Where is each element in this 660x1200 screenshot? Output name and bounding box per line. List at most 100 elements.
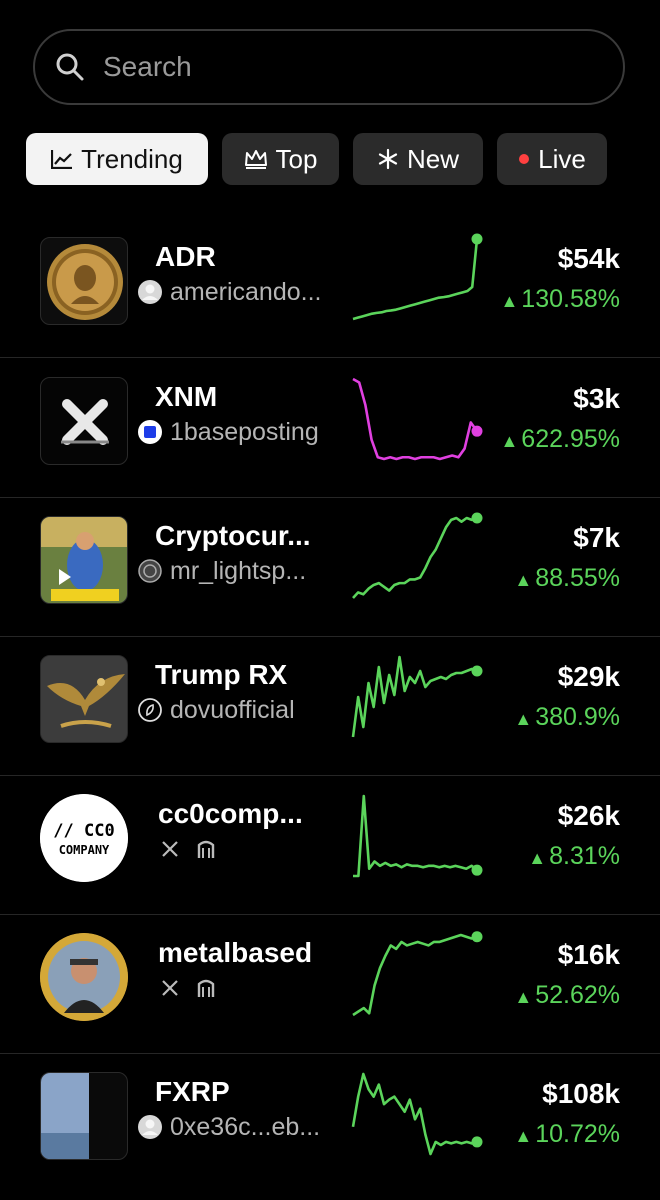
creator-name: mr_lightsp...: [170, 556, 307, 585]
token-thumbnail: [40, 237, 128, 325]
creator[interactable]: americando...: [138, 274, 321, 310]
creator-name: 0xe36c...eb...: [170, 1112, 321, 1141]
up-arrow-icon: ▲: [514, 709, 533, 729]
coin-icon: [138, 559, 162, 583]
market-cap: $108k: [542, 1078, 620, 1109]
asterisk-icon: [377, 148, 399, 170]
up-arrow-icon: ▲: [514, 987, 533, 1007]
sparkline-end-dot: [471, 931, 483, 943]
market-cap: $16k: [557, 939, 620, 970]
price-change: ▲ 380.9%: [514, 703, 620, 732]
creator-name: 1baseposting: [170, 417, 319, 446]
market-cap: $54k: [557, 243, 620, 274]
change-value: 10.72%: [535, 1120, 620, 1148]
price-change: ▲ 88.55%: [514, 564, 620, 593]
creator[interactable]: dovuofficial: [138, 692, 295, 728]
up-arrow-icon: ▲: [500, 291, 519, 311]
token-row-cryptocur[interactable]: Cryptocur... mr_lightsp... $7k ▲ 88.55%: [0, 498, 660, 637]
sparkline-end-dot: [471, 864, 483, 876]
sparkline: [351, 655, 483, 738]
price-change: ▲ 52.62%: [514, 981, 620, 1010]
crown-icon: [244, 149, 268, 169]
up-arrow-icon: ▲: [514, 1126, 533, 1146]
sparkline-path: [352, 238, 479, 321]
token-row-cc0company[interactable]: // CC0 COMPANY cc0comp... $26k ▲ 8.31%: [0, 776, 660, 915]
x-icon[interactable]: [158, 837, 182, 861]
token-thumbnail: [40, 655, 128, 743]
tab-label: Trending: [81, 143, 183, 174]
x-icon[interactable]: [158, 976, 182, 1000]
sparkline-path: [351, 655, 478, 738]
sparkline: [351, 1072, 483, 1156]
creator-name: americando...: [170, 277, 322, 306]
creator-name: dovuofficial: [170, 695, 295, 724]
sparkline-path: [352, 933, 478, 1017]
market-cap: $29k: [557, 661, 620, 692]
token-thumbnail: [40, 1072, 128, 1160]
up-arrow-icon: ▲: [514, 570, 533, 590]
up-arrow-icon: ▲: [528, 848, 547, 868]
market-cap: $7k: [573, 522, 620, 553]
change-value: 8.31%: [549, 842, 620, 870]
token-row-fxrp[interactable]: FXRP 0xe36c...eb... $108k ▲ 10.72%: [0, 1054, 660, 1193]
sparkline: [352, 931, 483, 1017]
price-change: ▲ 8.31%: [528, 842, 620, 871]
change-value: 88.55%: [535, 564, 620, 592]
gate-icon[interactable]: [194, 837, 218, 861]
sparkline-end-dot: [471, 425, 483, 437]
change-value: 380.9%: [535, 703, 620, 731]
sparkline: [353, 794, 483, 878]
sparkline: [352, 233, 483, 321]
token-thumbnail: [40, 933, 128, 1021]
up-arrow-icon: ▲: [500, 431, 519, 451]
blue-square-icon: [138, 420, 162, 444]
search-icon: [55, 51, 87, 83]
token-name: cc0comp...: [158, 798, 303, 829]
price-change: ▲ 622.95%: [500, 425, 620, 454]
token-row-xnm[interactable]: XNM 1baseposting $3k ▲ 622.95%: [0, 359, 660, 498]
token-thumbnail: [40, 377, 128, 465]
creator[interactable]: mr_lightsp...: [138, 553, 306, 589]
token-name: XNM: [155, 381, 218, 412]
token-name: Trump RX: [155, 659, 288, 690]
avatar-placeholder-icon: [138, 280, 162, 304]
svg-text:COMPANY: COMPANY: [59, 843, 110, 857]
token-thumbnail: // CC0 COMPANY: [40, 794, 128, 882]
search-bar[interactable]: [33, 29, 625, 105]
market-cap: $26k: [557, 800, 620, 831]
sparkline: [352, 377, 483, 461]
price-change: ▲ 10.72%: [514, 1120, 620, 1149]
creator[interactable]: 0xe36c...eb...: [138, 1109, 320, 1145]
tab-trending[interactable]: Trending: [26, 133, 208, 185]
sparkline-end-dot: [471, 512, 483, 524]
token-row-metalbased[interactable]: metalbased $16k ▲ 52.62%: [0, 915, 660, 1054]
tab-label: New: [406, 143, 459, 174]
token-name: ADR: [155, 241, 216, 272]
tab-top[interactable]: Top: [222, 133, 339, 185]
sparkline-end-dot: [471, 233, 483, 245]
sparkline-path: [352, 377, 479, 461]
change-value: 622.95%: [521, 425, 620, 453]
token-row-trump-rx[interactable]: Trump RX dovuofficial $29k ▲ 380.9%: [0, 637, 660, 776]
svg-text:// CC0: // CC0: [53, 821, 114, 841]
token-name: metalbased: [158, 937, 313, 968]
creator[interactable]: 1baseposting: [138, 414, 319, 450]
gate-icon[interactable]: [194, 976, 218, 1000]
token-name: Cryptocur...: [155, 520, 311, 551]
social-links: [158, 970, 226, 1006]
avatar-placeholder-icon: [138, 1115, 162, 1139]
tab-live[interactable]: Live: [497, 133, 607, 185]
market-cap: $3k: [573, 383, 620, 414]
tab-label: Top: [275, 143, 318, 174]
price-change: ▲ 130.58%: [500, 285, 620, 314]
sparkline-path: [352, 516, 478, 599]
token-thumbnail: [40, 516, 128, 604]
leaf-icon: [138, 698, 162, 722]
tab-new[interactable]: New: [353, 133, 483, 185]
token-row-adr[interactable]: ADR americando... $54k ▲ 130.58%: [0, 219, 660, 358]
tab-label: Live: [538, 143, 586, 174]
search-input[interactable]: [101, 50, 585, 84]
sparkline-path: [353, 794, 478, 878]
social-links: [158, 831, 226, 867]
token-name: FXRP: [155, 1076, 230, 1107]
